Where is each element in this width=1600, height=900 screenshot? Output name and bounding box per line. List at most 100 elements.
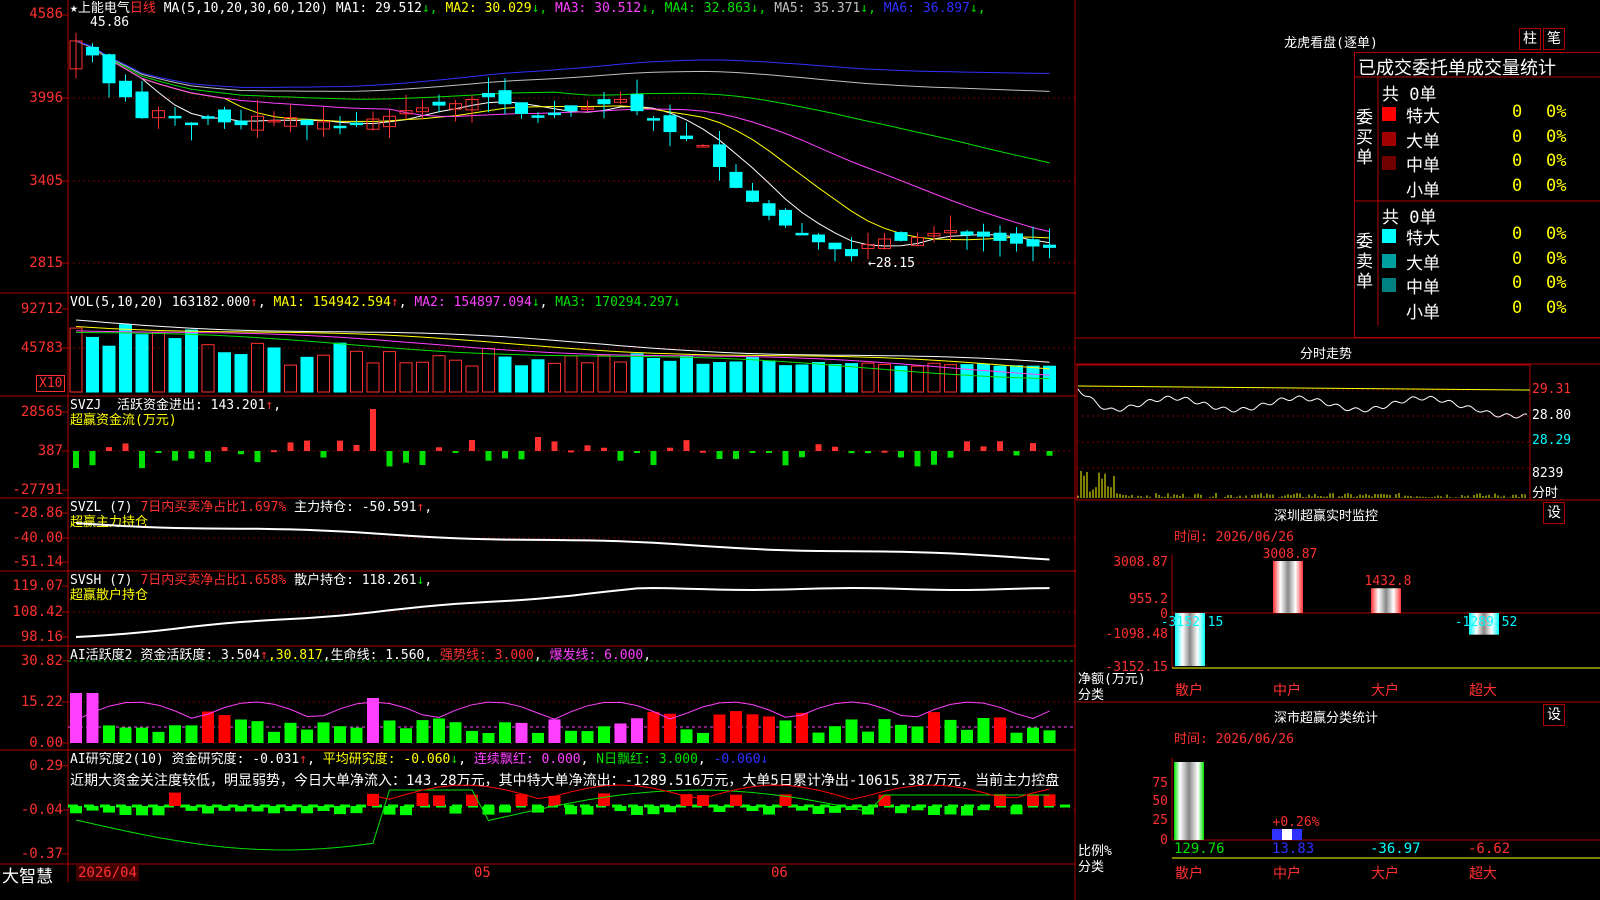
volume-bar xyxy=(399,362,413,393)
chart-area[interactable]: 4586 3996 3405 2815 92712 45783 X10 2856… xyxy=(0,0,1076,900)
sc-category-label: 超大 xyxy=(1469,866,1497,882)
candle xyxy=(779,209,792,226)
fund-flow-bar xyxy=(617,451,624,461)
volume-bar xyxy=(828,364,842,393)
research-bar xyxy=(317,806,330,812)
fund-flow-bar xyxy=(403,451,409,463)
fund-flow-bar xyxy=(551,441,558,451)
order-percent: 0% xyxy=(1546,151,1567,171)
order-percent: 0% xyxy=(1546,297,1567,318)
activity-bar xyxy=(878,719,891,743)
sc-value-label: 129.76 xyxy=(1174,841,1225,857)
candle xyxy=(630,94,644,112)
date-axis-start: 2026/04 xyxy=(76,865,140,881)
activity-bar xyxy=(647,711,660,743)
fund-flow-bar xyxy=(716,451,723,459)
research-bar xyxy=(664,806,676,813)
activity-bar xyxy=(218,715,231,743)
volume-bar xyxy=(548,362,561,393)
volume-bar xyxy=(267,347,281,393)
candle xyxy=(663,115,677,133)
intraday-axis-1: 29.31 xyxy=(1532,382,1572,397)
activity-bar xyxy=(928,712,940,743)
order-percent: 0% xyxy=(1546,273,1567,293)
activity-bar xyxy=(994,717,1006,743)
fund-flow-bar xyxy=(337,440,343,451)
fund-flow-bar xyxy=(106,447,112,451)
fund-flow-bar xyxy=(964,441,970,451)
research-bar xyxy=(169,792,181,806)
fund-flow-bar xyxy=(287,442,294,451)
intraday-frame xyxy=(1076,364,1531,501)
research-bar xyxy=(70,806,82,814)
activity-bar xyxy=(169,725,181,743)
order-type: 中单 xyxy=(1406,278,1440,298)
candle xyxy=(647,118,660,121)
fund-flow-bar xyxy=(832,446,838,451)
research-bar xyxy=(119,806,132,815)
fund-flow-bar xyxy=(172,451,178,461)
sz-bar-value: -3152.15 xyxy=(1161,615,1224,630)
volume-bar xyxy=(350,350,363,393)
sz-bar-大户 xyxy=(1371,588,1401,613)
fund-flow-bar xyxy=(1046,451,1053,456)
fund-flow-bar xyxy=(502,451,508,459)
candle xyxy=(482,93,495,98)
chart-canvas[interactable] xyxy=(0,0,1076,900)
research-bar xyxy=(961,806,973,816)
candle xyxy=(1010,233,1023,244)
fund-flow-bar xyxy=(370,409,376,451)
research-bar xyxy=(251,806,264,812)
candle xyxy=(102,54,116,84)
fund-flow-bar xyxy=(782,451,789,466)
order-type: 中单 xyxy=(1406,156,1440,176)
research-bar xyxy=(301,806,313,814)
intraday-avg-line xyxy=(1077,385,1531,391)
intraday-axis-4: 8239 xyxy=(1532,466,1564,481)
candle xyxy=(432,101,446,106)
activity-bar xyxy=(812,732,825,743)
fund-flow-bar xyxy=(799,451,805,458)
research-bar xyxy=(730,794,742,806)
candle xyxy=(135,91,149,119)
research-bar xyxy=(631,806,643,815)
sz-bar-chart[interactable]: 3008.87955.20-1098.48-3152.15-3152.15散户3… xyxy=(1076,500,1600,700)
candle xyxy=(894,232,908,241)
research-bar xyxy=(235,806,247,812)
research-bar xyxy=(598,793,610,806)
fund-flow-bar xyxy=(914,451,921,467)
sc-bar-chart[interactable]: 75 50 25 0 +0.26% 129.76 散户 13.83 中户 -36.97 大户 -6.6… xyxy=(1076,700,1600,900)
volume-bar xyxy=(152,331,165,393)
volume-bar xyxy=(69,327,83,393)
sc-category-label: 中户 xyxy=(1273,865,1301,882)
fund-flow-bar xyxy=(535,437,541,451)
research-bar xyxy=(647,806,660,815)
date-axis-june: 06 xyxy=(771,865,788,881)
intraday-chart[interactable] xyxy=(1076,364,1600,504)
sc-value-label: -6.62 xyxy=(1468,841,1510,857)
research-bar xyxy=(449,806,462,814)
activity-bar xyxy=(829,726,841,743)
sz-axis-label: 3008.87 xyxy=(1113,555,1168,570)
research-bar xyxy=(284,806,297,812)
fund-flow-bar xyxy=(221,447,228,451)
research-bar xyxy=(1043,794,1056,806)
sc-axis-label: 25 xyxy=(1152,813,1168,828)
activity-bar xyxy=(697,732,709,743)
volume-bar xyxy=(383,351,396,393)
activity-bar xyxy=(317,722,330,743)
research-bar xyxy=(499,806,511,813)
ma-line-4 xyxy=(75,40,1050,164)
candle xyxy=(746,190,759,202)
volume-bar xyxy=(1043,365,1056,393)
volume-bar xyxy=(1010,365,1023,393)
research-bar xyxy=(911,806,924,811)
volume-bar xyxy=(515,365,528,393)
order-count: 0 xyxy=(1512,102,1523,122)
activity-bar xyxy=(911,726,924,743)
activity-bar xyxy=(433,718,445,743)
sc-category-label: 大户 xyxy=(1371,865,1399,882)
activity-bar xyxy=(598,726,610,743)
fund-flow-bar xyxy=(650,451,657,466)
activity-bar xyxy=(515,722,528,743)
